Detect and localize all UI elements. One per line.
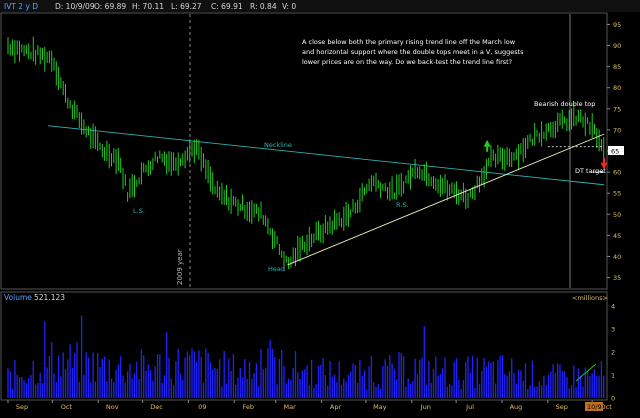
- y-tick-label: 95: [613, 21, 621, 29]
- down-arrow-stem: [603, 157, 605, 163]
- x-tick-label: Jul: [465, 403, 474, 411]
- volume-y-tick-label: 0: [611, 395, 615, 403]
- y-tick-label: 35: [613, 274, 621, 282]
- x-tick-label: Apr: [330, 403, 342, 411]
- volume-y-tick-label: 1: [611, 372, 615, 380]
- y-tick-label: 70: [613, 126, 621, 134]
- chart-canvas: IVT 2 y D D: 10/9/09 O: 69.89 H: 70.11 L…: [0, 0, 640, 414]
- x-tick-label: Feb: [243, 403, 255, 411]
- y-tick-label: 50: [613, 211, 621, 219]
- stock-chart: IVT 2 y D D: 10/9/09 O: 69.89 H: 70.11 L…: [0, 0, 640, 414]
- high-label: H: 70.11: [132, 2, 164, 11]
- close-label: C: 69.91: [211, 2, 243, 11]
- x-tick-label: Aug: [510, 403, 523, 411]
- last-price-tag: 65: [611, 148, 619, 156]
- x-tick-label: Sep: [16, 403, 28, 411]
- right-shoulder-label: R.S.: [396, 201, 409, 209]
- volume-y-tick-label: 4: [611, 303, 615, 311]
- open-label: O: 69.89: [94, 2, 126, 11]
- bearish-double-top-label: Bearish double top: [534, 100, 595, 108]
- up-arrow-stem: [486, 146, 489, 152]
- volume-units: <millions>: [572, 294, 608, 302]
- low-label: L: 69.27: [171, 2, 202, 11]
- x-last-date-tag: 10/9: [587, 403, 602, 411]
- commentary-line-3: lower prices are on the way. Do we back-…: [302, 58, 512, 66]
- range-label: R: 0.84: [250, 2, 277, 11]
- symbol-label: IVT 2 y D: [4, 2, 38, 11]
- y-tick-label: 75: [613, 105, 621, 113]
- x-tick-label: Dec: [150, 403, 163, 411]
- x-tick-label: Oct: [61, 403, 73, 411]
- neckline-label: Neckline: [264, 141, 292, 149]
- y-tick-label: 80: [613, 84, 621, 92]
- date-label: D: 10/9/09: [55, 2, 95, 11]
- x-tick-label: Nov: [106, 403, 119, 411]
- x-tick-label: Sep: [556, 403, 568, 411]
- x-tick-label: 09: [198, 403, 206, 411]
- y-tick-label: 55: [613, 190, 621, 198]
- year-marker-label: 2009 year: [176, 249, 184, 285]
- volume-title: Volume: [4, 293, 32, 302]
- v-label: V: 0: [282, 2, 296, 11]
- y-tick-label: 90: [613, 42, 621, 50]
- y-tick-label: 85: [613, 63, 621, 71]
- head-label: Head: [268, 265, 285, 273]
- x-tick-label: May: [373, 403, 387, 411]
- volume-value: 521.123: [34, 293, 65, 302]
- y-tick-label: 45: [613, 232, 621, 240]
- commentary-line-2: and horizontal support where the double …: [302, 48, 524, 56]
- x-tick-label: Jun: [420, 403, 431, 411]
- volume-y-tick-label: 2: [611, 349, 615, 357]
- y-tick-label: 40: [613, 253, 621, 261]
- commentary-line-1: A close below both the primary rising tr…: [302, 38, 516, 46]
- left-shoulder-label: L.S.: [133, 207, 145, 215]
- y-tick-label: 60: [613, 169, 621, 177]
- dt-target-label: DT target: [575, 167, 606, 175]
- x-tick-label: Mar: [284, 403, 297, 411]
- volume-y-tick-label: 3: [611, 326, 615, 334]
